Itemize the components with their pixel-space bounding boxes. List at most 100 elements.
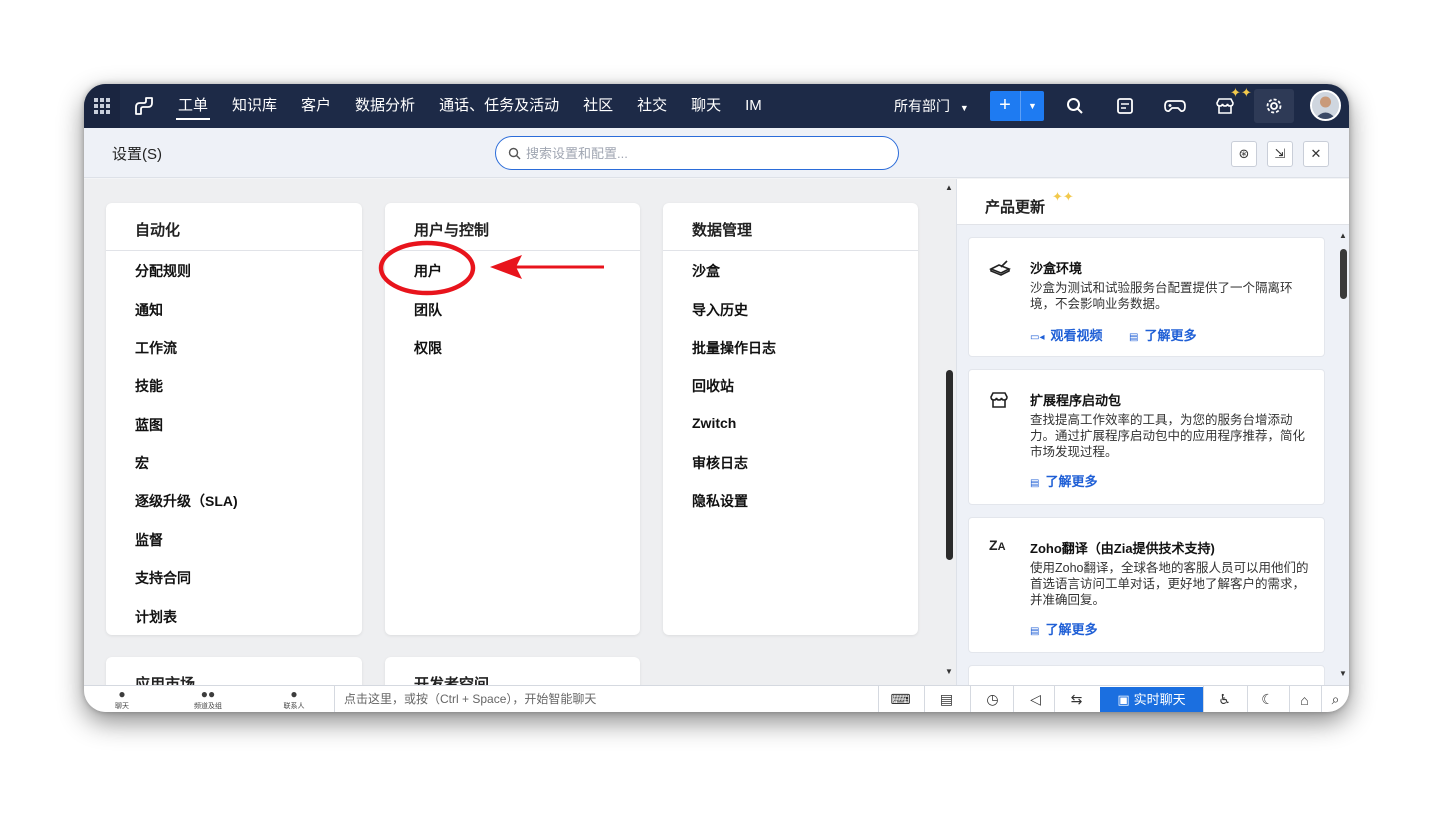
marketplace-card: 应用市场	[106, 657, 362, 685]
menu-item-teams[interactable]: 团队	[414, 300, 442, 320]
tab-knowledge-base[interactable]: 知识库	[232, 84, 277, 128]
store-icon[interactable]: ⌂	[1289, 686, 1319, 712]
panel-scrollbar[interactable]: ▲ ▼	[1338, 229, 1349, 685]
update-card-zoho-translate: ZA Zoho翻译（由Zia提供技术支持) 使用Zoho翻译，全球各地的客服人员…	[968, 517, 1325, 653]
notes-icon[interactable]	[1113, 94, 1137, 118]
apps-grid-icon[interactable]	[84, 84, 120, 128]
update-card-next	[968, 665, 1325, 685]
menu-item-schedules[interactable]: 计划表	[135, 607, 177, 627]
tab-tickets[interactable]: 工单	[175, 84, 211, 128]
menu-item-escalation-sla[interactable]: 逐级升级（SLA)	[135, 491, 238, 511]
sparkle-icon: ✦✦	[1052, 189, 1074, 204]
update-card-extension-pack: 扩展程序启动包 查找提高工作效率的工具，为您的服务台增添动力。通过扩展程序启动包…	[968, 369, 1325, 505]
collapse-icon[interactable]: ⇲	[1267, 141, 1293, 167]
tab-label: 联系人	[283, 703, 305, 710]
keyboard-icon[interactable]: ⌨	[878, 686, 922, 712]
tab-community[interactable]: 社区	[583, 84, 613, 128]
update-title: Zoho翻译（由Zia提供技术支持)	[1030, 541, 1215, 556]
department-selector[interactable]: 所有部门 ▼	[894, 84, 969, 128]
menu-item-supervise[interactable]: 监督	[135, 530, 163, 550]
megaphone-icon[interactable]: ◁	[1013, 686, 1057, 712]
dark-mode-icon[interactable]: ☾	[1247, 686, 1287, 712]
settings-gear-icon[interactable]	[1254, 89, 1294, 123]
search-input[interactable]	[526, 143, 886, 163]
divider	[385, 250, 640, 251]
live-chat-label: 实时聊天	[1133, 692, 1186, 707]
document-icon: ▤	[1030, 478, 1040, 489]
game-controller-icon[interactable]	[1163, 94, 1187, 118]
menu-item-macros[interactable]: 宏	[135, 453, 149, 473]
menu-item-notifications[interactable]: 通知	[135, 300, 163, 320]
menu-item-assignment-rules[interactable]: 分配规则	[135, 261, 191, 281]
menu-item-users[interactable]: 用户	[414, 261, 442, 281]
clock-icon[interactable]: ◷	[970, 686, 1014, 712]
scroll-down-icon[interactable]: ▼	[945, 667, 953, 676]
menu-item-support-contracts[interactable]: 支持合同	[135, 568, 191, 588]
contacts-tab[interactable]: ● 联系人	[264, 688, 324, 711]
video-icon: ▭◂	[1030, 332, 1045, 343]
panel-title: 产品更新	[985, 199, 1046, 216]
contact-icon: ●	[290, 687, 298, 701]
scroll-up-icon[interactable]: ▲	[1339, 231, 1347, 240]
tab-activities[interactable]: 通话、任务及活动	[439, 84, 559, 128]
link-label: 观看视频	[1050, 328, 1103, 343]
settings-search[interactable]	[495, 136, 899, 170]
channels-tab[interactable]: ●● 频道及组	[178, 688, 238, 711]
tab-customers[interactable]: 客户	[301, 84, 331, 128]
automation-card: 自动化 分配规则 通知 工作流 技能 蓝图 宏 逐级升级（SLA) 监督 支持合…	[106, 203, 362, 635]
link-label: 了解更多	[1144, 328, 1197, 343]
menu-item-sandbox[interactable]: 沙盒	[692, 261, 720, 281]
learn-more-link[interactable]: ▤ 了解更多	[1030, 619, 1097, 638]
watch-video-link[interactable]: ▭◂ 观看视频	[1030, 325, 1102, 344]
users-control-card: 用户与控制 用户 团队 权限	[385, 203, 640, 635]
accessibility-icon[interactable]: ♿	[1203, 686, 1245, 712]
learn-more-link[interactable]: ▤ 了解更多	[1129, 325, 1196, 344]
tab-chat[interactable]: 聊天	[691, 84, 721, 128]
menu-item-privacy-settings[interactable]: 隐私设置	[692, 491, 748, 511]
app-window: 工单 知识库 客户 数据分析 通话、任务及活动 社区 社交 聊天 IM 所有部门…	[84, 84, 1349, 712]
menu-item-skills[interactable]: 技能	[135, 376, 163, 396]
help-icon[interactable]: ⊛	[1231, 141, 1257, 167]
card-title: 自动化	[135, 222, 181, 239]
learn-more-link[interactable]: ▤ 了解更多	[1030, 471, 1097, 490]
smart-chat-prompt[interactable]: 点击这里，或按（Ctrl + Space），开始智能聊天	[334, 686, 874, 712]
menu-item-zwitch[interactable]: Zwitch	[692, 415, 736, 431]
close-icon[interactable]: ✕	[1303, 141, 1329, 167]
search-icon[interactable]: ⌕	[1321, 686, 1349, 712]
transfer-icon[interactable]: ⇆	[1054, 686, 1098, 712]
settings-content: 自动化 分配规则 通知 工作流 技能 蓝图 宏 逐级升级（SLA) 监督 支持合…	[84, 179, 956, 685]
group-icon: ●●	[200, 687, 216, 701]
chat-icon: ▣	[1117, 692, 1130, 707]
page-title: 设置(S)	[112, 146, 162, 163]
add-button[interactable]: + ▼	[990, 91, 1044, 121]
live-chat-button[interactable]: ▣ 实时聊天	[1100, 687, 1203, 712]
menu-item-bulk-action-log[interactable]: 批量操作日志	[692, 338, 776, 358]
product-updates-panel: 产品更新 ✦✦ 沙盒环境 沙盒为测试和试验服务台配置提供了一个隔离环境，不会影响…	[956, 179, 1349, 685]
menu-item-workflows[interactable]: 工作流	[135, 338, 177, 358]
menu-item-permissions[interactable]: 权限	[414, 338, 442, 358]
scroll-up-icon[interactable]: ▲	[945, 183, 953, 192]
chat-tab[interactable]: ● 聊天	[92, 688, 152, 711]
top-navigation-bar: 工单 知识库 客户 数据分析 通话、任务及活动 社区 社交 聊天 IM 所有部门…	[84, 84, 1349, 128]
menu-item-import-history[interactable]: 导入历史	[692, 300, 748, 320]
scrollbar-thumb[interactable]	[1340, 249, 1347, 299]
card-title: 数据管理	[692, 222, 753, 239]
add-dropdown-icon[interactable]: ▼	[1020, 91, 1044, 121]
card-title: 用户与控制	[414, 222, 490, 239]
user-avatar[interactable]	[1310, 90, 1341, 121]
menu-item-audit-log[interactable]: 审核日志	[692, 453, 748, 473]
department-label: 所有部门	[894, 98, 950, 114]
menu-item-blueprints[interactable]: 蓝图	[135, 415, 163, 435]
scroll-down-icon[interactable]: ▼	[1339, 669, 1347, 678]
desk-logo-icon[interactable]	[120, 95, 168, 117]
search-icon[interactable]	[1063, 94, 1087, 118]
update-description: 沙盒为测试和试验服务台配置提供了一个隔离环境，不会影响业务数据。	[1030, 281, 1293, 311]
scrollbar-thumb[interactable]	[946, 370, 953, 560]
tab-analytics[interactable]: 数据分析	[355, 84, 415, 128]
tab-social[interactable]: 社交	[637, 84, 667, 128]
tab-im[interactable]: IM	[745, 84, 762, 128]
content-scrollbar[interactable]: ▲ ▼	[944, 179, 956, 685]
notes-icon[interactable]: ▤	[924, 686, 968, 712]
menu-item-recycle-bin[interactable]: 回收站	[692, 376, 734, 396]
divider	[663, 250, 918, 251]
